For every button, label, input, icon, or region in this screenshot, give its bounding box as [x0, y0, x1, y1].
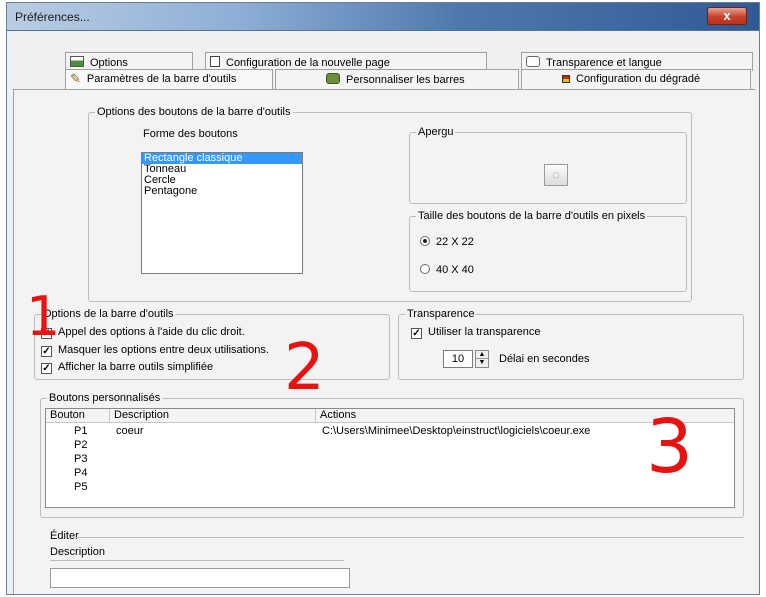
annotation-1: 1: [26, 285, 61, 348]
cell-description: coeur: [116, 425, 144, 437]
list-item[interactable]: Pentagone: [142, 186, 302, 197]
customize-icon: [326, 73, 340, 84]
column-header[interactable]: Description: [110, 409, 316, 423]
window-title: Préférences...: [15, 10, 90, 24]
check-use-transparency[interactable]: ✓ Utiliser la transparence: [411, 326, 541, 339]
radio-label: 40 X 40: [436, 264, 474, 276]
tab-label: Options: [90, 57, 128, 69]
check-right-click[interactable]: ✓ Appel des options à l'aide du clic droi…: [41, 326, 245, 339]
tab-panel: Options des boutons de la barre d'outils…: [13, 89, 755, 594]
check-label: Appel des options à l'aide du clic droit…: [58, 326, 245, 338]
group-legend: Apergu: [418, 126, 454, 138]
dialog-client: Options Configuration de la nouvelle pag…: [7, 32, 759, 594]
table-row[interactable]: P4: [46, 467, 734, 479]
toolbar-options-group: Options de la barre d'outils ✓ Appel des …: [34, 308, 390, 380]
table-row[interactable]: P2: [46, 439, 734, 451]
checkbox-checked-icon[interactable]: ✓: [41, 363, 52, 374]
description-input[interactable]: [50, 568, 350, 588]
preview-button: ◌: [544, 164, 568, 186]
button-options-group: Options des boutons de la barre d'outils…: [88, 106, 692, 302]
cell-button: P2: [74, 439, 88, 451]
cell-button: P5: [74, 481, 88, 493]
group-legend: Taille des boutons de la barre d'outils …: [418, 210, 646, 222]
preferences-window: Préférences... x Options Configuration d…: [6, 2, 760, 595]
button-size-group: Taille des boutons de la barre d'outils …: [409, 210, 687, 292]
close-button[interactable]: x: [707, 7, 747, 25]
spin-down-icon[interactable]: ▼: [476, 359, 488, 367]
cell-button: P1: [74, 425, 88, 437]
description-label: Description: [50, 546, 106, 558]
group-legend: Boutons personnalisés: [49, 392, 161, 404]
button-shape-listbox[interactable]: Rectangle classique Tonneau Cercle Penta…: [141, 152, 303, 274]
tab-customize-bars[interactable]: Personnaliser les barres: [275, 69, 519, 89]
group-legend: Options de la barre d'outils: [43, 308, 174, 320]
check-hide-options[interactable]: ✓ Masquer les options entre deux utilisat…: [41, 344, 269, 357]
annotation-3: 3: [646, 404, 694, 490]
radio-icon[interactable]: [420, 264, 430, 274]
cell-action: C:\Users\Minimee\Desktop\einstruct\logic…: [322, 425, 591, 437]
description-separator: [50, 560, 344, 561]
check-label: Utiliser la transparence: [428, 326, 541, 338]
transparency-icon: [526, 56, 540, 67]
check-simplified-toolbar[interactable]: ✓ Afficher la barre outils simplifiée: [41, 361, 213, 374]
tab-label: Personnaliser les barres: [346, 74, 465, 86]
size-radio-22[interactable]: 22 X 22: [420, 236, 474, 248]
group-legend: Options des boutons de la barre d'outils: [97, 106, 291, 118]
edit-label: Éditer: [50, 530, 79, 542]
tab-toolbar-settings[interactable]: ✎ Paramètres de la barre d'outils: [65, 69, 273, 89]
title-bar[interactable]: Préférences... x: [7, 3, 759, 31]
check-label: Masquer les options entre deux utilisati…: [58, 344, 269, 356]
spin-up-icon[interactable]: ▲: [476, 351, 488, 359]
edit-separator: [76, 537, 744, 538]
tab-gradient-config[interactable]: Configuration du dégradé: [521, 69, 751, 89]
custom-buttons-table[interactable]: Bouton Description Actions P1 coeur C:\U…: [45, 408, 735, 508]
size-radio-40[interactable]: 40 X 40: [420, 264, 474, 276]
options-icon: [70, 56, 84, 67]
table-row[interactable]: P3: [46, 453, 734, 465]
custom-buttons-group: Boutons personnalisés Bouton Description…: [40, 392, 744, 518]
page-icon: [210, 56, 220, 67]
preview-group: Apergu ◌: [409, 126, 687, 204]
tools-icon: ✎: [70, 71, 81, 86]
table-row[interactable]: P1 coeur C:\Users\Minimee\Desktop\einstr…: [46, 425, 734, 437]
delay-spinner[interactable]: ▲ ▼: [475, 350, 489, 368]
check-label: Afficher la barre outils simplifiée: [58, 361, 214, 373]
tab-label: Configuration du dégradé: [576, 73, 701, 85]
cell-button: P4: [74, 467, 88, 479]
radio-selected-icon[interactable]: [420, 236, 430, 246]
delay-input[interactable]: 10: [443, 350, 473, 368]
group-legend: Transparence: [407, 308, 475, 320]
annotation-2: 2: [284, 331, 325, 405]
tab-label: Transparence et langue: [546, 57, 662, 69]
button-shape-label: Forme des boutons: [143, 128, 238, 140]
tab-label: Paramètres de la barre d'outils: [86, 73, 237, 85]
table-row[interactable]: P5: [46, 481, 734, 493]
table-header: Bouton Description Actions: [46, 409, 734, 423]
flag-icon: [562, 75, 570, 83]
transparency-group: Transparence ✓ Utiliser la transparence 1…: [398, 308, 744, 380]
checkbox-checked-icon[interactable]: ✓: [411, 328, 422, 339]
tab-row-front: ✎ Paramètres de la barre d'outils Personn…: [9, 69, 753, 89]
cell-button: P3: [74, 453, 88, 465]
delay-label: Délai en secondes: [499, 353, 590, 365]
tab-label: Configuration de la nouvelle page: [226, 57, 390, 69]
column-header[interactable]: Bouton: [46, 409, 110, 423]
radio-label: 22 X 22: [436, 236, 474, 248]
